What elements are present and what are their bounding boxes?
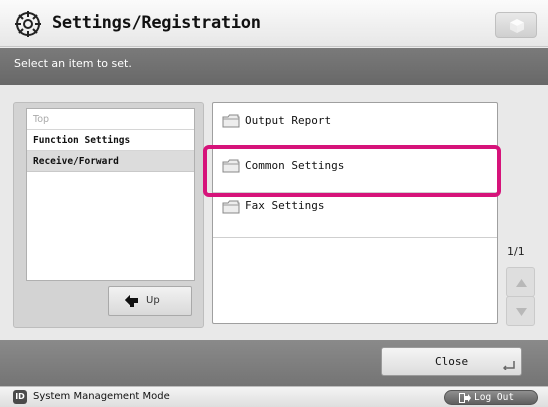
return-corner-icon [503,361,515,370]
breadcrumb-item-top[interactable]: Top [27,109,194,130]
settings-list: Output Report Common Settings Fax Settin… [212,102,498,324]
scroll-down-button[interactable] [506,296,535,326]
title-bar: Settings/Registration [0,0,548,47]
instruction-text: Select an item to set. [14,57,132,70]
highlight-box [203,145,501,197]
close-button[interactable]: Close [381,347,522,376]
screen-frame: Settings/Registration Select an item to … [0,0,548,407]
list-item-output-report[interactable]: Output Report [213,103,497,148]
page-title: Settings/Registration [52,13,261,33]
list-item-label: Fax Settings [245,199,325,212]
breadcrumb: Top Function Settings Receive/Forward [26,108,195,281]
quick-menu-button[interactable] [495,12,537,38]
status-mode-label: System Management Mode [33,391,170,402]
instruction-band: Select an item to set. [0,48,548,85]
scroll-up-button[interactable] [506,267,535,297]
cube-icon [510,19,524,33]
folder-icon [222,114,240,128]
list-item-label: Output Report [245,114,332,127]
breadcrumb-item-receive-forward[interactable]: Receive/Forward [27,151,194,172]
up-arrow-icon [125,295,138,307]
logout-icon [459,393,471,403]
settings-gear-icon [15,11,41,37]
status-bar: ID System Management Mode Log Out [0,386,548,407]
folder-icon [222,200,240,214]
logout-label: Log Out [474,392,515,403]
triangle-up-icon [516,279,527,287]
up-button-label: Up [146,295,160,306]
logout-button[interactable]: Log Out [444,390,538,405]
breadcrumb-item-function-settings[interactable]: Function Settings [27,130,194,151]
id-badge: ID [13,390,27,404]
triangle-down-icon [516,308,527,316]
close-button-label: Close [435,355,469,368]
list-item-fax-settings[interactable]: Fax Settings [213,193,497,238]
page-indicator: 1/1 [507,245,525,258]
up-button[interactable]: Up [108,286,192,316]
